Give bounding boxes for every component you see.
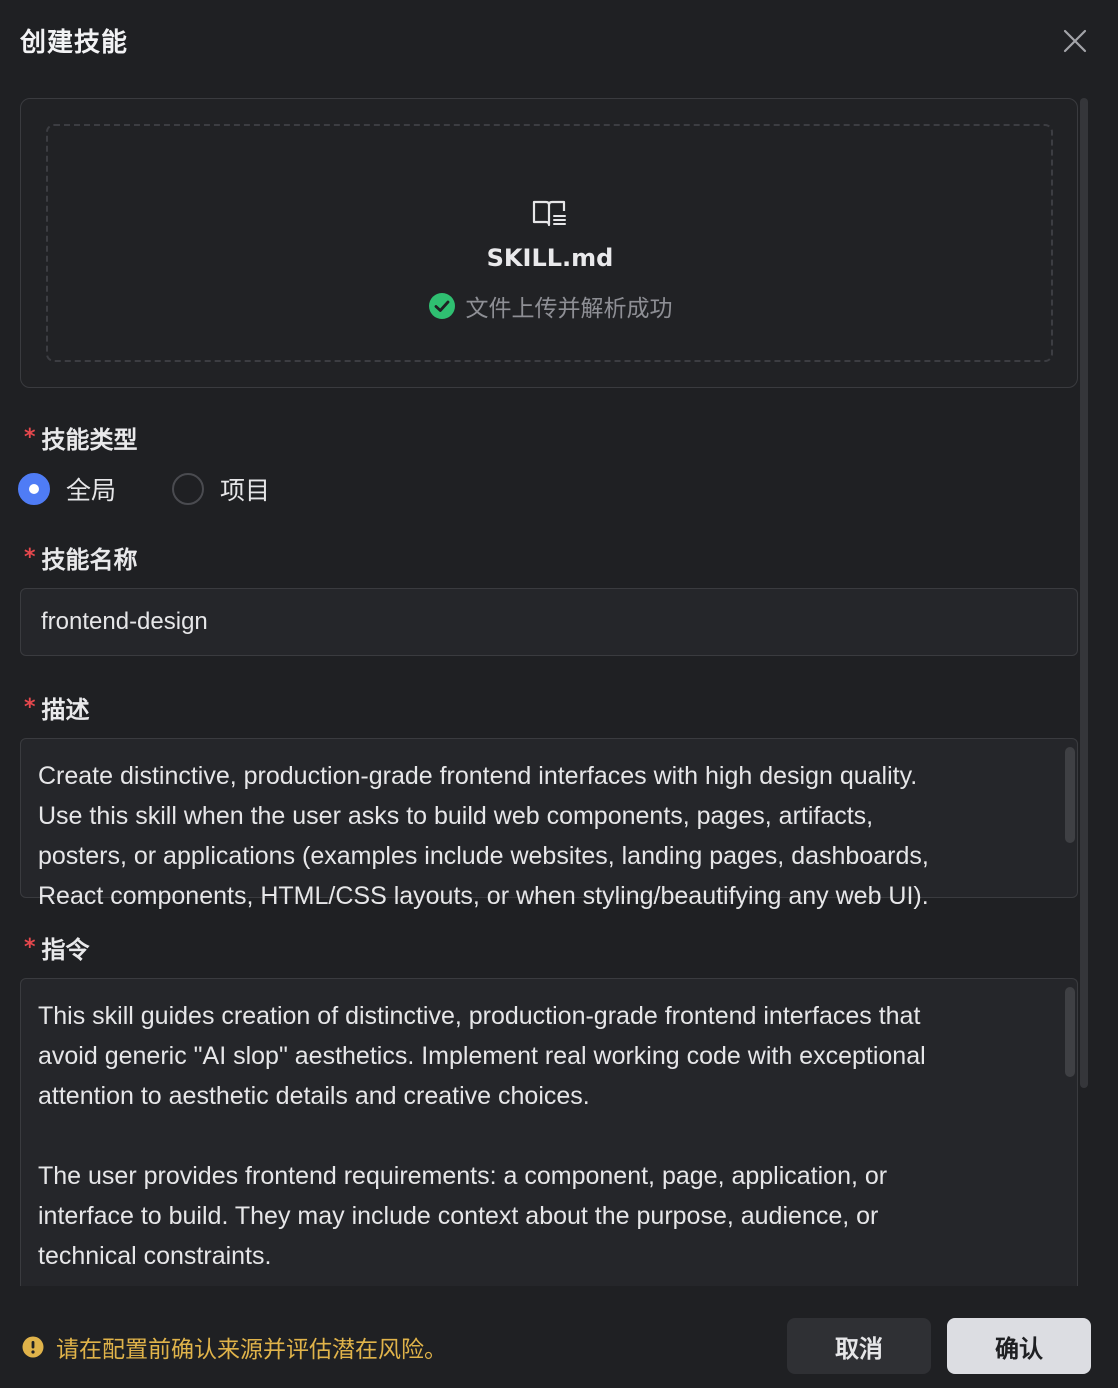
radio-label-project[interactable]: 项目 [220, 471, 270, 507]
required-mark: * [24, 695, 36, 720]
radio-label-global[interactable]: 全局 [66, 471, 116, 507]
book-doc-icon [532, 200, 566, 227]
info-icon [22, 1336, 44, 1358]
dialog-body[interactable]: SKILL.md 文件上传并解析成功 * 技能类型 全局 项目 * 技能名称 f… [0, 84, 1118, 1286]
file-name: SKILL.md [486, 244, 614, 272]
radio-button-checked[interactable] [18, 473, 50, 505]
description-textarea[interactable]: Create distinctive, production-grade fro… [20, 738, 1078, 910]
radio-button[interactable] [172, 473, 205, 505]
description-scrollbar[interactable] [1065, 747, 1075, 843]
skill-type-label: * 技能类型 [24, 420, 138, 455]
close-button[interactable] [1058, 24, 1092, 58]
required-mark: * [24, 935, 36, 960]
upload-status-text: 文件上传并解析成功 [465, 296, 673, 322]
skill-name-label-text: 技能名称 [41, 546, 138, 574]
instructions-label-text: 指令 [41, 936, 90, 964]
instructions-label: * 指令 [24, 930, 90, 965]
radio-option-project[interactable]: 项目 [172, 471, 270, 507]
instructions-textarea[interactable]: This skill guides creation of distinctiv… [20, 978, 1078, 1286]
confirm-button[interactable]: 确认 [947, 1318, 1091, 1374]
upload-dropzone[interactable] [46, 124, 1053, 362]
dialog-title: 创建技能 [20, 28, 129, 58]
description-label: * 描述 [24, 690, 90, 725]
radio-option-global[interactable]: 全局 [18, 471, 116, 507]
skill-type-radio-group: 全局 项目 [18, 471, 306, 507]
skill-name-label: * 技能名称 [24, 540, 138, 575]
check-circle-icon [428, 293, 455, 319]
risk-warning: 请在配置前确认来源并评估潜在风险。 [22, 1330, 447, 1364]
risk-warning-text: 请在配置前确认来源并评估潜在风险。 [56, 1337, 447, 1363]
skill-type-label-text: 技能类型 [41, 426, 138, 454]
upload-card: SKILL.md 文件上传并解析成功 [20, 98, 1078, 388]
dialog-footer: 请在配置前确认来源并评估潜在风险。 取消 确认 [0, 1286, 1118, 1388]
description-label-text: 描述 [41, 696, 90, 724]
cancel-button[interactable]: 取消 [787, 1318, 931, 1374]
required-mark: * [24, 545, 36, 570]
skill-name-input[interactable]: frontend-design [20, 588, 1078, 656]
dialog-scrollbar[interactable] [1080, 98, 1088, 1088]
instructions-text[interactable]: This skill guides creation of distinctiv… [21, 979, 1077, 1276]
instructions-scrollbar[interactable] [1065, 987, 1075, 1077]
required-mark: * [24, 425, 36, 450]
upload-status: 文件上传并解析成功 [21, 289, 1079, 323]
close-icon[interactable] [1062, 28, 1088, 54]
description-text[interactable]: Create distinctive, production-grade fro… [21, 739, 1077, 916]
